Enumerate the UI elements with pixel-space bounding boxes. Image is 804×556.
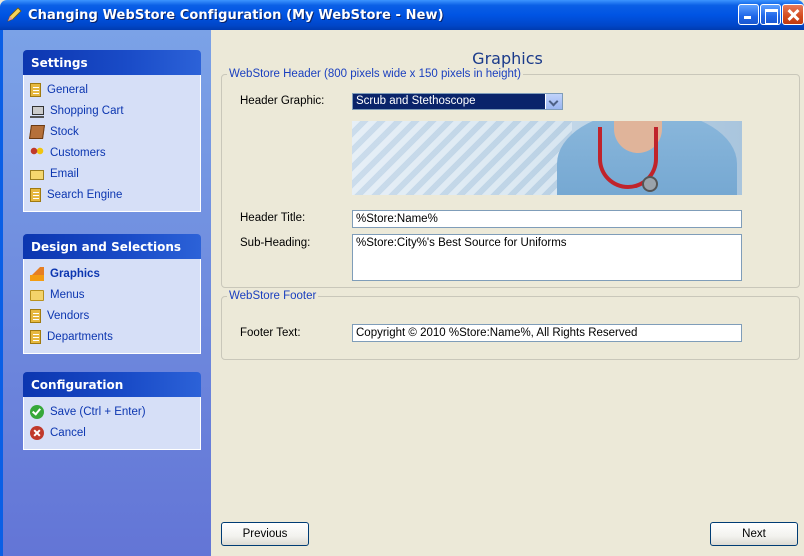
previous-button[interactable]: Previous bbox=[221, 522, 309, 546]
design-panel: Design and Selections Graphics Menus Ven… bbox=[23, 234, 201, 354]
header-title-input[interactable]: %Store:Name% bbox=[352, 210, 742, 228]
box-icon bbox=[29, 124, 45, 139]
document-icon bbox=[30, 308, 41, 323]
sidebar-item-general[interactable]: General bbox=[24, 79, 200, 100]
sidebar-item-label: Customers bbox=[50, 146, 106, 159]
sidebar-item-label: Email bbox=[50, 167, 79, 180]
save-button[interactable]: Save (Ctrl + Enter) bbox=[24, 401, 200, 422]
document-icon bbox=[30, 329, 41, 344]
cart-icon bbox=[30, 104, 44, 118]
configuration-panel: Configuration Save (Ctrl + Enter) Cancel bbox=[23, 372, 201, 450]
sidebar-item-email[interactable]: Email bbox=[24, 163, 200, 184]
sidebar-item-label: Search Engine bbox=[47, 188, 123, 201]
pencil-icon bbox=[7, 7, 22, 22]
next-button[interactable]: Next bbox=[710, 522, 798, 546]
header-graphic-value: Scrub and Stethoscope bbox=[356, 95, 476, 107]
sidebar-item-label: Departments bbox=[47, 330, 113, 343]
minimize-button[interactable] bbox=[738, 4, 759, 25]
header-graphic-select[interactable]: Scrub and Stethoscope bbox=[352, 93, 563, 110]
close-button[interactable] bbox=[782, 4, 804, 25]
sidebar-item-stock[interactable]: Stock bbox=[24, 121, 200, 142]
sidebar-item-customers[interactable]: Customers bbox=[24, 142, 200, 163]
document-icon bbox=[30, 187, 41, 202]
cancel-icon bbox=[30, 425, 44, 440]
sidebar-item-label: Graphics bbox=[50, 267, 100, 280]
sidebar-item-graphics[interactable]: Graphics bbox=[24, 263, 200, 284]
design-heading: Design and Selections bbox=[23, 234, 201, 259]
chevron-down-icon[interactable] bbox=[545, 94, 562, 109]
cancel-button[interactable]: Cancel bbox=[24, 422, 200, 443]
sidebar-item-vendors[interactable]: Vendors bbox=[24, 305, 200, 326]
sidebar-item-label: General bbox=[47, 83, 88, 96]
sidebar-item-menus[interactable]: Menus bbox=[24, 284, 200, 305]
header-title-label: Header Title: bbox=[240, 212, 306, 224]
footer-text-input[interactable]: Copyright © 2010 %Store:Name%, All Right… bbox=[352, 324, 742, 342]
sidebar-item-label: Vendors bbox=[47, 309, 90, 322]
sidebar-item-shopping-cart[interactable]: Shopping Cart bbox=[24, 100, 200, 121]
settings-heading: Settings bbox=[23, 50, 201, 75]
sidebar-item-departments[interactable]: Departments bbox=[24, 326, 200, 347]
check-icon bbox=[30, 404, 44, 419]
sidebar-item-label: Cancel bbox=[50, 426, 86, 439]
subheading-label: Sub-Heading: bbox=[240, 237, 311, 249]
maximize-button[interactable] bbox=[760, 4, 781, 25]
sidebar-item-label: Save (Ctrl + Enter) bbox=[50, 405, 146, 418]
footer-text-label: Footer Text: bbox=[240, 327, 301, 339]
people-icon bbox=[30, 145, 44, 160]
title-bar: Changing WebStore Configuration (My WebS… bbox=[0, 0, 804, 30]
sidebar-item-label: Menus bbox=[50, 288, 85, 301]
subheading-input[interactable]: %Store:City%'s Best Source for Uniforms bbox=[352, 234, 742, 281]
folder-icon bbox=[30, 290, 44, 301]
settings-panel: Settings General Shopping Cart Stock Cus… bbox=[23, 50, 201, 212]
header-group-legend: WebStore Header (800 pixels wide x 150 p… bbox=[229, 68, 521, 80]
footer-group-legend: WebStore Footer bbox=[229, 290, 317, 302]
page-title: Graphics bbox=[472, 49, 543, 68]
sidebar-item-label: Shopping Cart bbox=[50, 104, 124, 117]
sidebar-item-search-engine[interactable]: Search Engine bbox=[24, 184, 200, 205]
configuration-heading: Configuration bbox=[23, 372, 201, 397]
window-title: Changing WebStore Configuration (My WebS… bbox=[28, 7, 444, 23]
sidebar: Settings General Shopping Cart Stock Cus… bbox=[3, 30, 211, 556]
header-graphic-preview bbox=[352, 121, 742, 195]
graphics-icon bbox=[30, 266, 44, 281]
header-graphic-label: Header Graphic: bbox=[240, 95, 325, 107]
email-icon bbox=[30, 169, 44, 180]
document-icon bbox=[30, 82, 41, 97]
sidebar-item-label: Stock bbox=[50, 125, 79, 138]
